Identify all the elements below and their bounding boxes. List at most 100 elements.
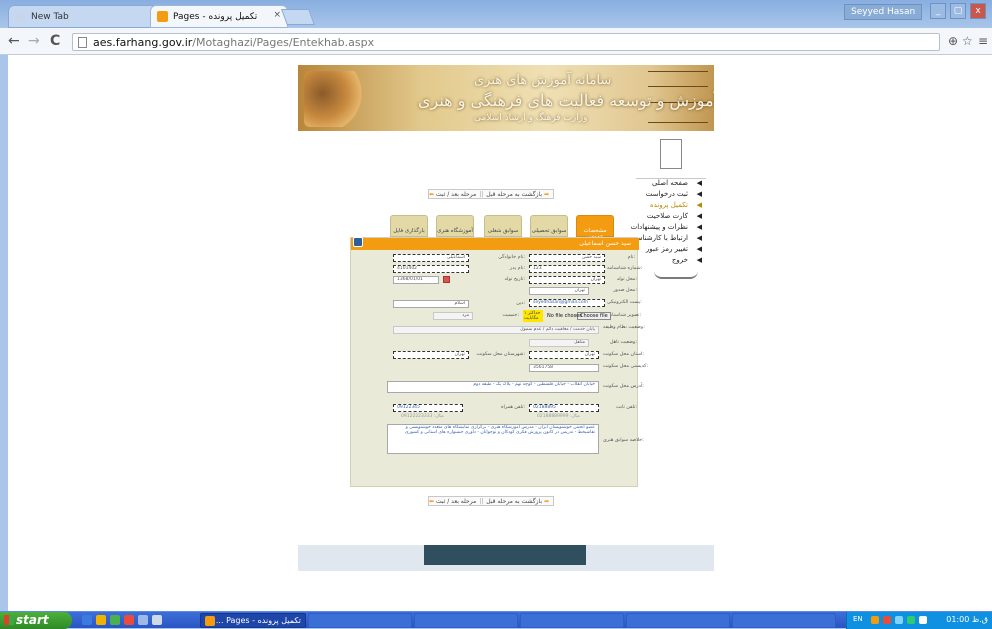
- menu-item-contact[interactable]: ◀ ارتباط با کارشناس: [634, 234, 706, 245]
- reload-button[interactable]: C: [50, 33, 60, 49]
- arrow-left-icon: ◀: [696, 190, 702, 198]
- site-banner: سامانه آموزش های هنری دفتر آموزش و توسعه…: [298, 65, 714, 131]
- taskbar-task-empty[interactable]: [732, 613, 836, 628]
- form-header: سید حسن اسماعیلی: [351, 237, 639, 250]
- quick-launch-desktop-icon[interactable]: [152, 615, 162, 625]
- url-path: /Motaghazi/Pages/Entekhab.aspx: [192, 36, 375, 49]
- birth-date-field[interactable]: 1368/01/01: [393, 276, 439, 284]
- new-tab-icon: [15, 11, 26, 22]
- system-tray: EN 01:00 ق.ظ: [846, 612, 992, 629]
- lastname-field[interactable]: اسماعیلی: [393, 254, 469, 262]
- tab-art-school[interactable]: آموزشگاه هنری: [436, 215, 474, 237]
- prev-step-link[interactable]: ➡ بازگشت به مرحله قبل: [486, 191, 549, 198]
- menu-item-card[interactable]: ◀ کارت صلاحیت: [636, 212, 706, 223]
- city-field[interactable]: تهران: [393, 351, 469, 359]
- language-indicator[interactable]: EN: [853, 615, 863, 623]
- menu-item-logout[interactable]: ◀ خروج: [636, 256, 706, 267]
- father-field[interactable]: 4101402: [393, 265, 469, 273]
- forward-button[interactable]: →: [28, 33, 40, 49]
- taskbar-task-empty[interactable]: [626, 613, 730, 628]
- tray-clock: 01:00 ق.ظ: [946, 615, 988, 624]
- profile-user-badge[interactable]: Seyyed Hasan: [844, 4, 923, 20]
- next-step-link[interactable]: مرحله بعد / ثبت ⬅: [429, 191, 476, 198]
- tab-education[interactable]: سوابق تحصیلی: [530, 215, 568, 237]
- gender-select[interactable]: مرد: [433, 312, 473, 320]
- taskbar-task-empty[interactable]: [520, 613, 624, 628]
- menu-icon[interactable]: ≡: [978, 34, 988, 48]
- banner-title-line2: دفتر آموزش و توسعه فعالیت های فرهنگی و ه…: [418, 91, 714, 110]
- father-label: نام پدر:: [509, 266, 525, 271]
- zip-label: کدپستی محل سکونت:: [603, 364, 649, 369]
- email-field[interactable]: seyedhasan@gmail.com: [529, 299, 605, 307]
- tray-volume-icon[interactable]: [895, 616, 903, 624]
- form-tabs: مشخصات عمومی سوابق تحصیلی سوابق شغلی آمو…: [384, 215, 634, 240]
- phone-label: تلفن ثابت:: [616, 405, 637, 410]
- tray-app-icon[interactable]: [907, 616, 915, 624]
- menu-item-complete-profile[interactable]: ◀ تکمیل پرونده: [636, 201, 706, 212]
- arrow-right-icon: ➡: [543, 191, 549, 198]
- tab-general-info[interactable]: مشخصات عمومی: [576, 215, 614, 240]
- address-field[interactable]: خیابان انقلاب - خیابان فلسطین - کوچه نهم…: [387, 381, 599, 393]
- prev-step-label: بازگشت به مرحله قبل: [486, 498, 543, 505]
- page-icon: [78, 37, 87, 48]
- national-code-field[interactable]: 123: [529, 265, 605, 273]
- quick-launch-chrome-icon[interactable]: [110, 615, 120, 625]
- maximize-button[interactable]: ▢: [950, 3, 966, 19]
- back-button[interactable]: ←: [8, 33, 20, 49]
- next-step-label: مرحله بعد / ثبت: [435, 191, 477, 198]
- menu-item-home[interactable]: ◀ صفحه اصلی: [636, 179, 706, 190]
- pages-favicon-icon: [157, 11, 168, 22]
- calendar-icon[interactable]: [443, 276, 450, 283]
- zip-field[interactable]: 3561758: [529, 364, 599, 372]
- close-window-button[interactable]: x: [970, 3, 986, 19]
- zoom-icon[interactable]: ⊕: [948, 34, 958, 48]
- issue-field[interactable]: تهران: [529, 287, 589, 295]
- address-label: آدرس محل سکونت:: [603, 384, 644, 389]
- close-icon[interactable]: ×: [273, 10, 281, 20]
- resume-textarea[interactable]: عضو انجمن خوشنویسان ایران - مدرس آموزشگا…: [387, 424, 599, 454]
- tab-pages[interactable]: تکمیل پرونده - Pages ×: [150, 5, 288, 28]
- tab-upload[interactable]: بارگذاری فایل: [390, 215, 428, 237]
- quick-launch-firefox-icon[interactable]: [124, 615, 134, 625]
- tray-network-icon[interactable]: [871, 616, 879, 624]
- phone-hint: مثال: 02188889999: [537, 414, 580, 419]
- pages-favicon-icon: [205, 616, 215, 626]
- start-button[interactable]: start: [0, 612, 72, 629]
- quick-launch-app-icon[interactable]: [138, 615, 148, 625]
- tray-flag-icon[interactable]: [919, 616, 927, 624]
- lastname-label: نام خانوادگی:: [498, 255, 525, 260]
- tab-title: تکمیل پرونده - Pages: [173, 12, 258, 22]
- religion-field[interactable]: اسلام: [393, 300, 469, 308]
- mobile-field[interactable]: 09122345: [393, 404, 463, 412]
- menu-item-password[interactable]: ◀ تغییر رمز عبور: [636, 245, 706, 256]
- new-tab-button[interactable]: [281, 9, 315, 25]
- taskbar-task-empty[interactable]: [414, 613, 518, 628]
- prev-step-link[interactable]: ➡ بازگشت به مرحله قبل: [486, 498, 549, 505]
- marital-select[interactable]: متاهل: [529, 339, 589, 347]
- issue-label: محل صدور:: [613, 288, 637, 293]
- taskbar-task-chrome[interactable]: تکمیل پرونده - Pages ...: [200, 613, 306, 628]
- tab-new-tab[interactable]: New Tab ×: [8, 5, 163, 28]
- tab-jobs[interactable]: سوابق شغلی: [484, 215, 522, 237]
- menu-item-feedback[interactable]: ◀ نظرات و پیشنهادات: [631, 223, 706, 234]
- tray-antivirus-icon[interactable]: [883, 616, 891, 624]
- birth-label: تاریخ تولد:: [504, 277, 526, 282]
- next-step-link[interactable]: مرحله بعد / ثبت ⬅: [429, 498, 476, 505]
- quick-launch-ie-icon[interactable]: [82, 615, 92, 625]
- user-icon: [353, 237, 363, 247]
- step-nav-top: ➡ بازگشت به مرحله قبل||مرحله بعد / ثبت ⬅: [428, 189, 554, 199]
- place-field[interactable]: تهران: [529, 276, 605, 284]
- minimize-button[interactable]: _: [930, 3, 946, 19]
- mobile-label: تلفن همراه:: [501, 405, 525, 410]
- name-field[interactable]: سید حسن: [529, 254, 605, 262]
- military-select[interactable]: پایان خدمت / معافیت دائم / عدم شمول: [393, 326, 599, 334]
- quick-launch-explorer-icon[interactable]: [96, 615, 106, 625]
- file-status: No file chosen: [547, 313, 583, 319]
- bookmark-star-icon[interactable]: ☆: [962, 34, 973, 48]
- taskbar-task-empty[interactable]: [308, 613, 412, 628]
- menu-item-label: نظرات و پیشنهادات: [630, 223, 688, 231]
- province-field[interactable]: تهران: [529, 351, 599, 359]
- address-bar[interactable]: aes.farhang.gov.ir/Motaghazi/Pages/Entek…: [72, 33, 940, 51]
- menu-item-register[interactable]: ◀ ثبت درخواست: [636, 190, 706, 201]
- phone-field[interactable]: 02188895: [529, 404, 599, 412]
